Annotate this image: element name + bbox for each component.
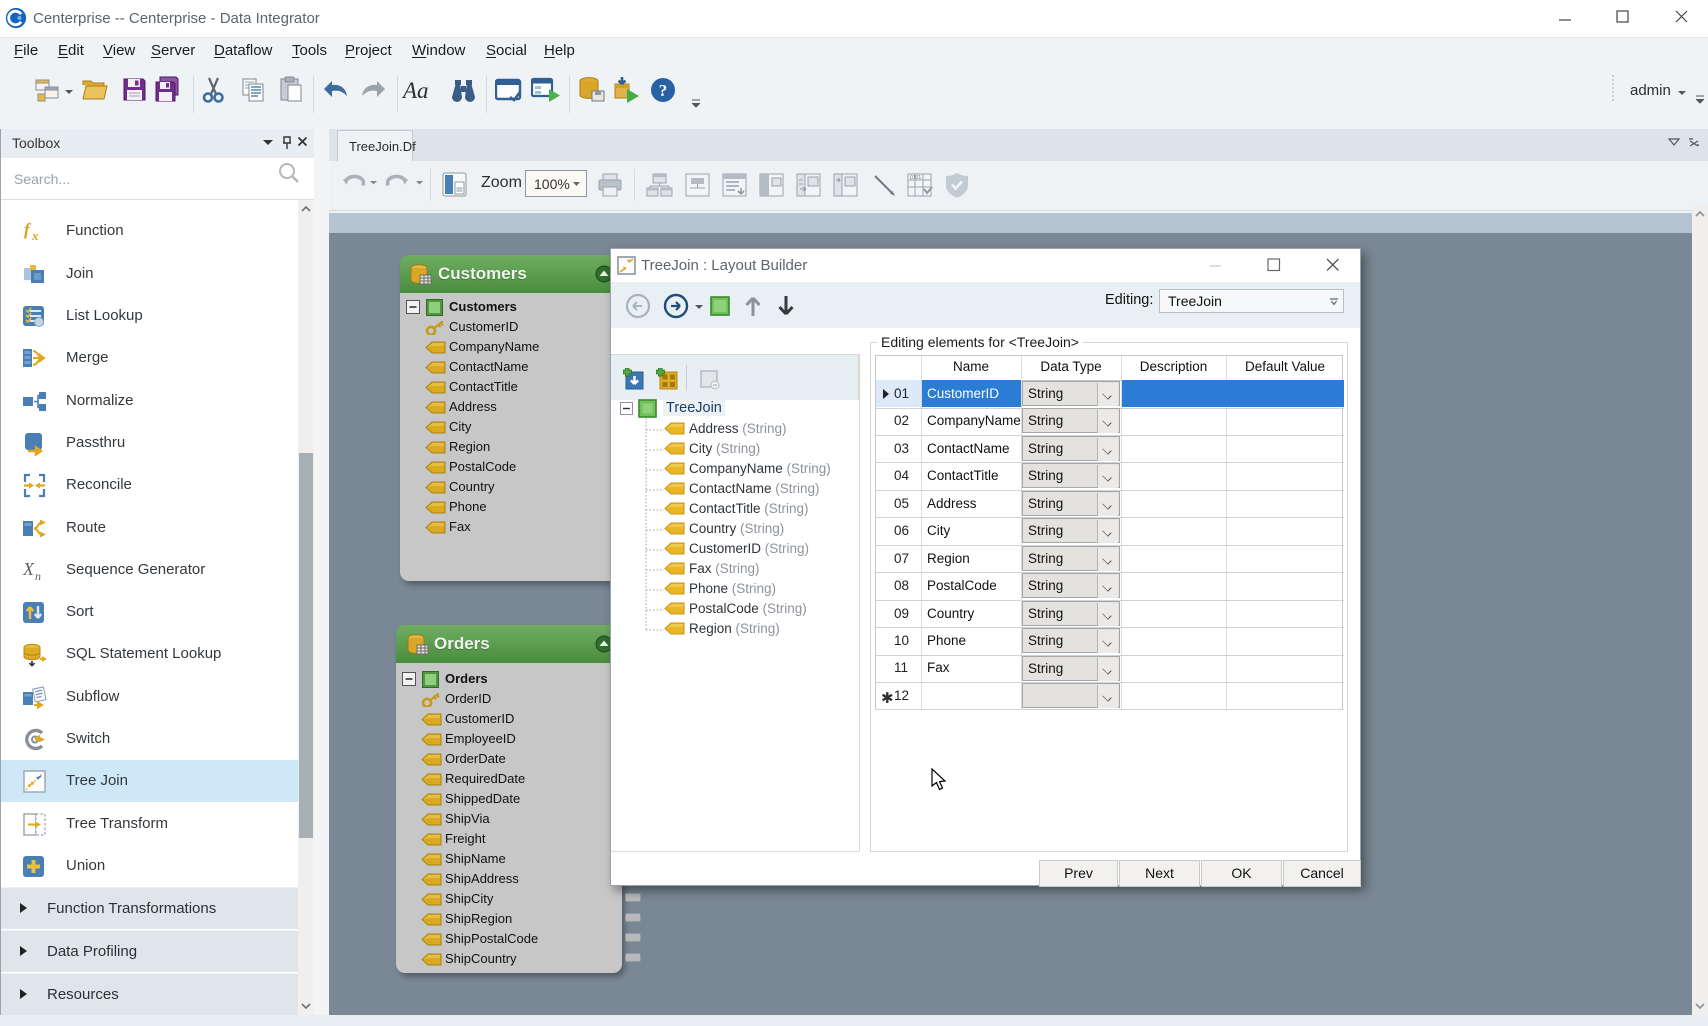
svg-text:n: n <box>35 569 41 583</box>
svg-text:0101: 0101 <box>910 175 921 181</box>
svg-text:x: x <box>31 228 39 243</box>
svg-text:?: ? <box>659 81 668 100</box>
svg-text:X: X <box>22 559 35 579</box>
svg-text:f: f <box>24 220 32 239</box>
